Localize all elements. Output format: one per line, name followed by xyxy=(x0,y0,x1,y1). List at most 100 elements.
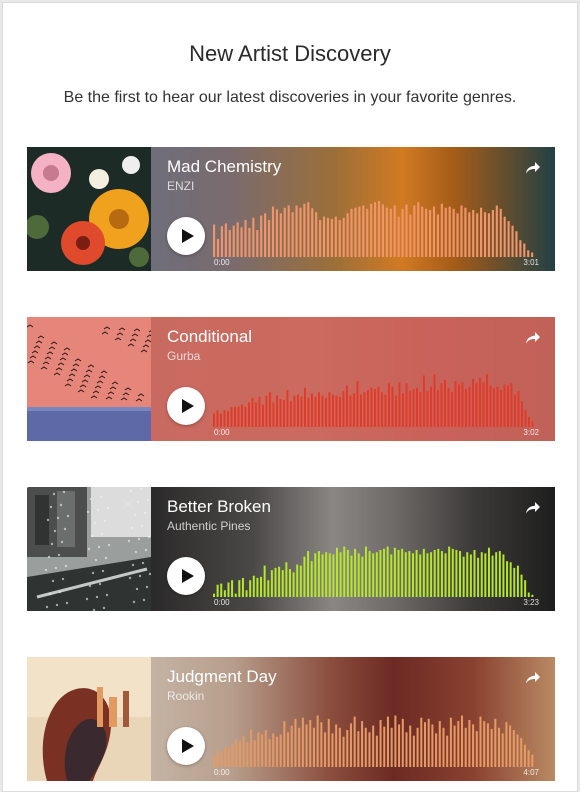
play-button[interactable] xyxy=(167,727,205,765)
play-button[interactable] xyxy=(167,557,205,595)
waveform-bar xyxy=(248,402,250,427)
waveform-bar xyxy=(234,406,236,427)
waveform-bar xyxy=(523,243,526,257)
waveform-bar xyxy=(531,594,534,597)
waveform-bar xyxy=(464,727,467,767)
share-icon[interactable] xyxy=(525,161,541,175)
waveform-bar xyxy=(213,413,215,427)
waveform[interactable] xyxy=(213,709,535,767)
waveform-bar xyxy=(468,212,471,257)
waveform-bar xyxy=(494,718,497,767)
waveform-bar xyxy=(276,395,278,427)
waveform-bar xyxy=(264,730,267,767)
waveform-bar xyxy=(316,715,319,767)
waveform-bar xyxy=(486,374,488,427)
waveform-bar xyxy=(377,386,380,427)
waveform[interactable] xyxy=(213,539,535,597)
waveform-bar xyxy=(328,553,331,597)
waveform-bar xyxy=(514,394,516,427)
waveform-bar xyxy=(342,217,345,257)
waveform-bar xyxy=(409,391,411,427)
waveform-bar xyxy=(491,555,494,597)
waveform-bar xyxy=(298,727,301,767)
album-art-image xyxy=(27,657,151,781)
waveform-bar xyxy=(484,553,487,597)
waveform-bar xyxy=(257,732,260,767)
album-art xyxy=(27,147,151,271)
waveform-bar xyxy=(379,719,382,767)
waveform[interactable] xyxy=(213,199,535,257)
share-icon[interactable] xyxy=(525,671,541,685)
waveform-bar xyxy=(261,734,264,767)
waveform-bar xyxy=(241,577,244,597)
waveform-bar xyxy=(444,553,447,597)
waveform-bar xyxy=(476,213,479,257)
waveform-bar xyxy=(419,554,422,597)
waveform-bar xyxy=(291,212,294,257)
waveform-bar xyxy=(339,552,342,597)
waveform-bar xyxy=(386,546,389,597)
waveform-bar xyxy=(426,391,429,427)
waveform-bar xyxy=(408,551,411,597)
waveform-bar xyxy=(391,386,394,427)
waveform-bar xyxy=(307,551,310,597)
waveform-bar xyxy=(388,383,390,427)
waveform-bar xyxy=(425,208,428,257)
waveform-bar xyxy=(501,733,504,767)
waveform-bar xyxy=(267,580,270,597)
waveform-bar xyxy=(295,205,298,257)
waveform-bar xyxy=(401,718,404,767)
waveform-bar xyxy=(389,208,392,257)
waveform-bar xyxy=(498,551,501,597)
waveform-bar xyxy=(402,393,404,427)
waveform-bar xyxy=(368,732,371,767)
waveform-bar xyxy=(283,721,286,767)
share-icon[interactable] xyxy=(525,501,541,515)
waveform-bar xyxy=(496,386,499,427)
waveform-bar xyxy=(506,561,509,597)
waveform-bar xyxy=(250,730,253,767)
waveform-bar xyxy=(318,392,320,427)
waveform-bar xyxy=(322,216,326,257)
waveform-bar xyxy=(431,724,434,767)
waveform-bar xyxy=(472,724,475,767)
waveform-bar xyxy=(307,397,310,427)
waveform-bar xyxy=(440,551,443,597)
play-button[interactable] xyxy=(167,387,205,425)
waveform-bar xyxy=(393,205,396,257)
player-panel: Better Broken Authentic Pines 0:00 3:23 xyxy=(151,487,555,611)
waveform-bar xyxy=(383,548,386,597)
waveform-bar xyxy=(238,580,241,597)
waveform-bar xyxy=(423,375,425,427)
waveform-bar xyxy=(442,727,445,767)
waveform-bar xyxy=(397,549,400,597)
waveform-bar xyxy=(375,552,378,597)
page-subtitle: Be the first to hear our latest discover… xyxy=(63,89,517,106)
waveform-bar xyxy=(509,562,512,597)
waveform-bar xyxy=(531,252,534,257)
play-button[interactable] xyxy=(167,217,205,255)
track-artist: ENZI xyxy=(167,179,195,193)
waveform-bar xyxy=(315,212,318,257)
waveform-bar xyxy=(381,204,385,257)
waveform-bar xyxy=(304,387,306,427)
waveform-bar xyxy=(349,723,352,767)
waveform-bar xyxy=(237,406,240,427)
waveform-bar xyxy=(325,552,328,597)
waveform-bar xyxy=(223,590,226,597)
waveform-bar xyxy=(495,205,498,257)
waveform[interactable] xyxy=(213,369,535,427)
waveform-bar xyxy=(449,717,452,767)
waveform-bar xyxy=(427,718,430,767)
waveform-bar xyxy=(448,546,451,597)
waveform-bar xyxy=(375,735,378,767)
track-artist: Authentic Pines xyxy=(167,519,251,533)
waveform-bar xyxy=(264,213,267,257)
waveform-bar xyxy=(366,208,369,257)
waveform-bar xyxy=(390,554,393,597)
waveform-bar xyxy=(346,549,349,597)
waveform-bar xyxy=(510,383,513,427)
share-icon[interactable] xyxy=(525,331,541,345)
waveform-bar xyxy=(279,399,282,427)
waveform-bar xyxy=(317,551,320,597)
